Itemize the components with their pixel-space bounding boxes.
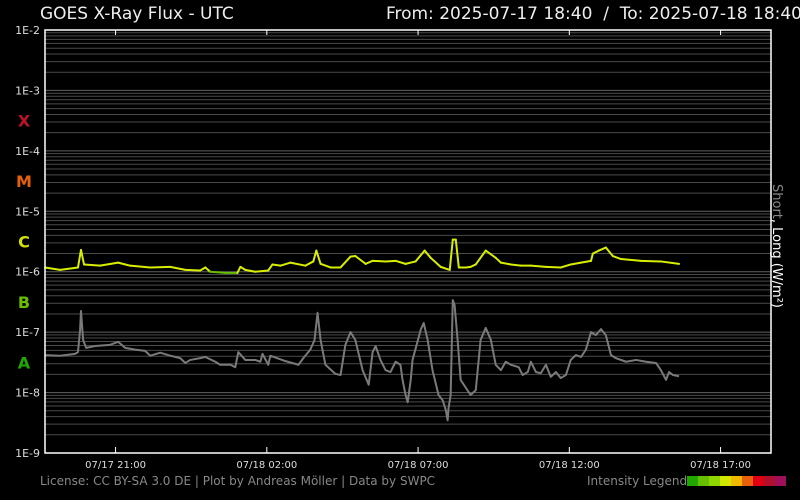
series-long-segment	[448, 238, 454, 271]
series-long-segment	[267, 263, 274, 272]
intensity-swatch	[742, 476, 754, 486]
series-long-segment	[414, 249, 426, 263]
flux-chart: 1E-2 1E-3 1E-4 1E-5 1E-6 1E-7 1E-8 1E-9 X M C B A 07/…	[15, 24, 772, 471]
series-long-segment	[394, 259, 407, 265]
series-long-segment	[659, 260, 681, 265]
y-tick-label: 1E-2	[15, 24, 40, 37]
y-tick-label: 1E-6	[15, 266, 40, 279]
flare-class-label: B	[18, 293, 30, 312]
x-tick-label: 07/18 02:00	[236, 460, 297, 471]
series-long-segment	[339, 255, 352, 269]
y-tick-label: 1E-5	[15, 205, 40, 218]
intensity-swatch	[687, 476, 699, 486]
series-long-segment	[83, 263, 102, 267]
y-axis-label: Short, Long (W/m²)	[769, 184, 784, 308]
intensity-swatch	[775, 476, 787, 486]
series-long-segment	[439, 265, 451, 271]
intensity-swatch	[731, 476, 743, 486]
series-long-segment	[423, 249, 432, 259]
series-long-segment	[364, 259, 374, 265]
y-tick-label: 1E-7	[15, 326, 40, 339]
series-long-segment	[99, 261, 120, 267]
intensity-legend: Intensity Legend	[587, 474, 787, 488]
intensity-swatch	[720, 476, 732, 486]
series-long-segment	[79, 248, 86, 266]
series-long-segment	[429, 256, 442, 268]
intensity-swatch	[698, 476, 710, 486]
series-long-segment	[639, 259, 662, 263]
series-long-segment	[494, 256, 502, 264]
series-long-segment	[304, 260, 315, 267]
y-label-short: Short	[769, 184, 784, 219]
y-tick-label: 1E-8	[15, 387, 40, 400]
series-long-segment	[271, 263, 282, 267]
y-tick-label: 1E-3	[15, 84, 40, 97]
flare-class-label: M	[16, 172, 32, 191]
series-long-segment	[209, 270, 227, 274]
intensity-swatch	[764, 476, 776, 486]
x-tick-label: 07/18 17:00	[690, 460, 751, 471]
y-tick-label: 1E-9	[15, 447, 40, 460]
y-label-long: , Long (W/m²)	[769, 218, 784, 308]
series-long-segment	[279, 261, 292, 267]
series-long-segment	[529, 264, 547, 268]
series-long-segment	[559, 263, 572, 269]
series-long-segment	[384, 259, 397, 263]
flare-class-label: A	[18, 353, 31, 372]
series-long-segment	[371, 259, 387, 263]
series-long-segment	[611, 255, 622, 261]
series-long-segment	[44, 266, 62, 271]
flare-class-label: C	[18, 233, 30, 252]
series-long-segment	[484, 249, 497, 259]
x-tick-label: 07/18 12:00	[539, 460, 600, 471]
intensity-legend-label: Intensity Legend	[587, 474, 688, 488]
series-long-segment	[590, 252, 594, 262]
series-long-segment	[509, 263, 522, 267]
x-tick-label: 07/18 07:00	[388, 460, 449, 471]
flare-class-label: X	[18, 112, 31, 131]
series-long-segment	[315, 249, 322, 265]
series-long-segment	[59, 266, 79, 271]
series-long-segment	[117, 261, 132, 267]
series-long-segment	[544, 265, 562, 269]
series-long-segment	[604, 246, 614, 258]
license-footer: License: CC BY-SA 3.0 DE | Plot by Andre…	[40, 474, 436, 488]
series-long-segment	[254, 269, 270, 273]
intensity-swatches	[687, 476, 787, 486]
x-tick-label: 07/17 21:00	[85, 460, 146, 471]
series-long-segment	[499, 261, 512, 266]
series-long-segment	[129, 264, 152, 269]
series-long-segment	[569, 261, 583, 266]
series-long-segment	[580, 259, 593, 264]
series-long-segment	[289, 261, 307, 267]
y-tick-label: 1E-4	[15, 145, 40, 158]
series-long-segment	[149, 265, 172, 269]
series-long-segment	[404, 260, 417, 265]
series-long-segment	[319, 262, 332, 269]
series-long-segment	[619, 258, 642, 262]
series-long-segment	[354, 255, 367, 265]
series-long-segment	[184, 268, 202, 272]
intensity-swatch	[709, 476, 721, 486]
series-long-segment	[474, 249, 487, 266]
intensity-swatch	[753, 476, 765, 486]
series-long-segment	[169, 265, 187, 271]
series-long-segment	[597, 246, 607, 252]
